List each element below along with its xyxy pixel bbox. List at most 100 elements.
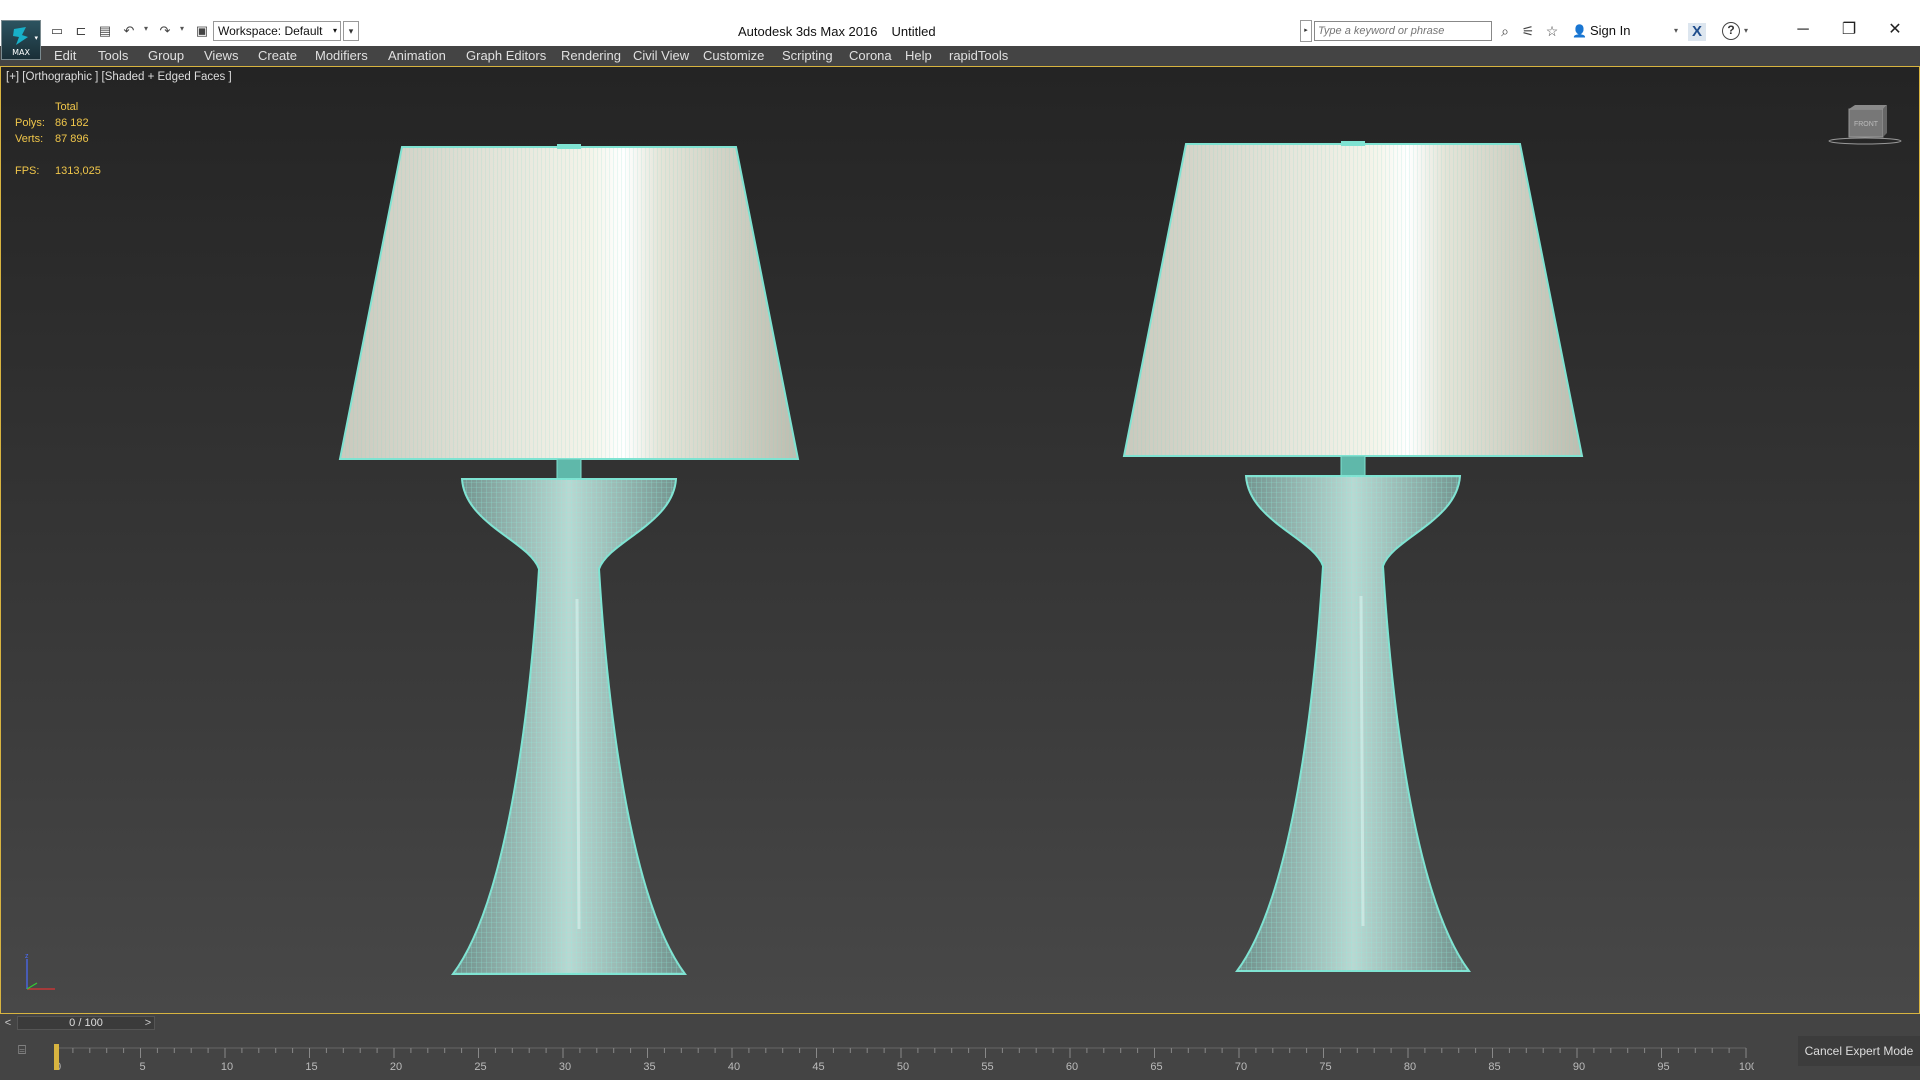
ruler-label: 10 bbox=[221, 1061, 233, 1073]
help-icon[interactable]: ? bbox=[1722, 22, 1740, 40]
menu-customize[interactable]: Customize bbox=[703, 48, 764, 63]
communication-center-icon[interactable]: ⚟ bbox=[1520, 23, 1536, 39]
lamp-shade-wire-1[interactable] bbox=[340, 147, 798, 459]
lamp-2[interactable] bbox=[1122, 141, 1584, 972]
undo-icon[interactable]: ↶ bbox=[120, 22, 138, 40]
help-dropdown-icon[interactable]: ▾ bbox=[1744, 26, 1748, 35]
time-slider-thumb[interactable]: 0 / 100 bbox=[17, 1016, 155, 1030]
chevron-down-icon: ▾ bbox=[332, 26, 337, 35]
redo-icon[interactable]: ↷ bbox=[156, 22, 174, 40]
max-logo-icon bbox=[13, 27, 28, 45]
menu-rendering[interactable]: Rendering bbox=[561, 48, 621, 63]
ruler-label: 80 bbox=[1404, 1061, 1416, 1073]
ruler-label: 45 bbox=[812, 1061, 824, 1073]
sign-in-dropdown-icon[interactable]: ▾ bbox=[1674, 26, 1678, 35]
menu-graph-editors[interactable]: Graph Editors bbox=[466, 48, 546, 63]
new-file-icon[interactable]: ▭ bbox=[48, 22, 66, 40]
document-name: Untitled bbox=[891, 24, 936, 39]
sign-in-button[interactable]: 👤 Sign In bbox=[1572, 23, 1630, 38]
stats-header: Total bbox=[55, 101, 79, 113]
menu-civil-view[interactable]: Civil View bbox=[633, 48, 689, 63]
ruler-label: 25 bbox=[474, 1061, 486, 1073]
fps-value: 1313,025 bbox=[55, 165, 101, 177]
ruler-label: 70 bbox=[1235, 1061, 1247, 1073]
viewcube-top-face[interactable] bbox=[1849, 105, 1887, 109]
ruler-label: 20 bbox=[390, 1061, 402, 1073]
menu-views[interactable]: Views bbox=[204, 48, 238, 63]
menu-bar: Edit Tools Group Views Create Modifiers … bbox=[0, 46, 1920, 67]
menu-animation[interactable]: Animation bbox=[388, 48, 446, 63]
window-title: Autodesk 3ds Max 2016 Untitled bbox=[738, 24, 936, 39]
menu-help[interactable]: Help bbox=[905, 48, 932, 63]
close-button[interactable]: ✕ bbox=[1872, 16, 1918, 44]
app-name: Autodesk 3ds Max 2016 bbox=[738, 24, 878, 39]
ruler-label: 15 bbox=[305, 1061, 317, 1073]
polys-value: 86 182 bbox=[55, 117, 89, 129]
help-search-input[interactable] bbox=[1314, 21, 1492, 41]
restore-button[interactable]: ❐ bbox=[1826, 16, 1872, 44]
menu-create[interactable]: Create bbox=[258, 48, 297, 63]
viewcube-compass-ring[interactable] bbox=[1828, 137, 1902, 145]
search-expand-icon[interactable]: ▸ bbox=[1300, 20, 1312, 42]
ruler-label: 90 bbox=[1573, 1061, 1585, 1073]
lamp-neck-1[interactable] bbox=[556, 458, 582, 480]
scene-canvas[interactable] bbox=[1, 67, 1919, 1013]
open-mini-curve-editor-icon[interactable]: ⌸ bbox=[10, 1041, 34, 1059]
lamp-highlight-2[interactable] bbox=[1359, 595, 1365, 927]
workspace-value: Workspace: Default bbox=[218, 24, 323, 38]
time-slider: < 0 / 100 > bbox=[0, 1014, 1920, 1032]
lamp-highlight-1[interactable] bbox=[575, 598, 581, 930]
lamp-shade-wire-2[interactable] bbox=[1124, 144, 1582, 456]
logo-label: MAX bbox=[12, 48, 30, 57]
ruler-label: 5 bbox=[139, 1061, 145, 1073]
menu-modifiers[interactable]: Modifiers bbox=[315, 48, 368, 63]
ruler-label: 40 bbox=[728, 1061, 740, 1073]
ruler-label: 85 bbox=[1488, 1061, 1500, 1073]
binoculars-search-icon[interactable]: ⌕ bbox=[1497, 23, 1513, 39]
ruler-label: 100 bbox=[1739, 1061, 1754, 1073]
cancel-expert-mode-button[interactable]: Cancel Expert Mode bbox=[1798, 1036, 1920, 1066]
lamp-neck-2[interactable] bbox=[1340, 455, 1366, 477]
ruler-label: 30 bbox=[559, 1061, 571, 1073]
track-bar-ruler[interactable]: 0510152025303540455055606570758085909510… bbox=[54, 1032, 1754, 1080]
lamp-finial-2[interactable] bbox=[1341, 141, 1365, 146]
track-bar: ⌸ 05101520253035404550556065707580859095… bbox=[0, 1032, 1920, 1080]
ruler-label: 50 bbox=[897, 1061, 909, 1073]
favorites-star-icon[interactable]: ☆ bbox=[1544, 23, 1560, 39]
y-axis-line bbox=[26, 982, 38, 990]
lamp-finial-1[interactable] bbox=[557, 144, 581, 149]
menu-corona[interactable]: Corona bbox=[849, 48, 892, 63]
menu-rapidtools[interactable]: rapidTools bbox=[949, 48, 1008, 63]
z-axis-label: z bbox=[25, 953, 29, 960]
workspace-select[interactable]: Workspace: Default ▾ bbox=[213, 21, 341, 41]
axis-tripod: z bbox=[25, 953, 55, 990]
open-file-icon[interactable]: ⊏ bbox=[72, 22, 90, 40]
minimize-button[interactable]: ─ bbox=[1780, 16, 1826, 44]
redo-dropdown-icon[interactable]: ▾ bbox=[180, 24, 184, 33]
menu-tools[interactable]: Tools bbox=[98, 48, 128, 63]
viewport-front[interactable]: [+] [Orthographic ] [Shaded + Edged Face… bbox=[0, 66, 1920, 1014]
verts-label: Verts: bbox=[15, 133, 44, 145]
undo-dropdown-icon[interactable]: ▾ bbox=[144, 24, 148, 33]
autodesk-exchange-icon[interactable]: X bbox=[1688, 23, 1706, 41]
project-folder-icon[interactable]: ▣ bbox=[193, 22, 211, 40]
menu-scripting[interactable]: Scripting bbox=[782, 48, 833, 63]
polys-label: Polys: bbox=[15, 117, 45, 129]
time-slider-prev-button[interactable]: < bbox=[0, 1014, 16, 1032]
ruler-label: 65 bbox=[1150, 1061, 1162, 1073]
menu-edit[interactable]: Edit bbox=[54, 48, 76, 63]
user-icon: 👤 bbox=[1572, 24, 1587, 38]
help-search: ▸ bbox=[1300, 20, 1492, 42]
fps-label: FPS: bbox=[15, 165, 40, 177]
lamp-1[interactable] bbox=[338, 144, 800, 975]
ruler-label: 35 bbox=[643, 1061, 655, 1073]
viewcube-right-face[interactable] bbox=[1883, 105, 1887, 137]
viewcube[interactable]: FRONT bbox=[1827, 103, 1903, 149]
ruler-label: 55 bbox=[981, 1061, 993, 1073]
viewport-label[interactable]: [+] [Orthographic ] [Shaded + Edged Face… bbox=[6, 71, 232, 83]
save-file-icon[interactable]: ▤ bbox=[96, 22, 114, 40]
menu-group[interactable]: Group bbox=[148, 48, 184, 63]
quick-access-customize-button[interactable]: ▾ bbox=[343, 21, 359, 41]
time-slider-next-button[interactable]: > bbox=[140, 1014, 156, 1032]
application-menu-button[interactable]: ▾ MAX bbox=[1, 20, 41, 60]
